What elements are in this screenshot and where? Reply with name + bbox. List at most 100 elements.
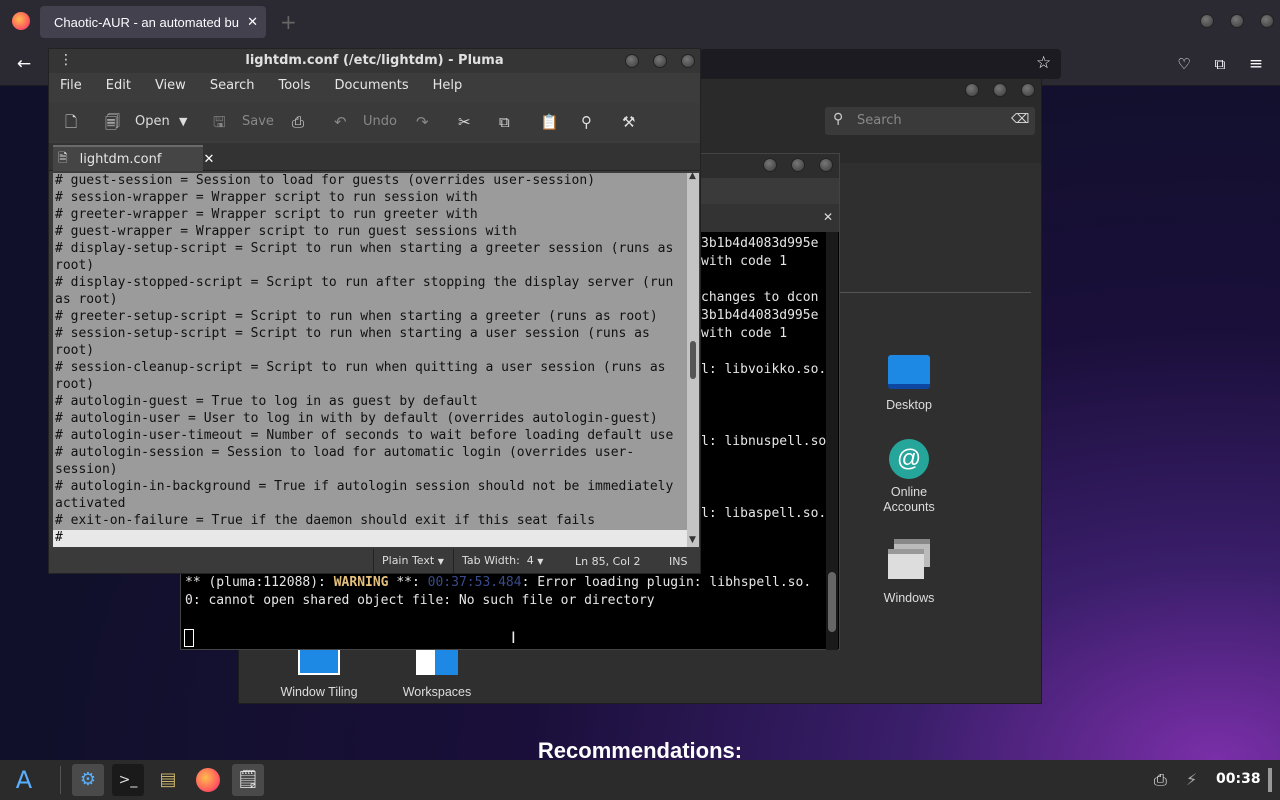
extensions-icon[interactable]: ⧉ [1206,52,1234,76]
online-accounts-item[interactable]: @ Online Accounts [861,439,957,515]
scroll-thumb[interactable] [690,341,696,379]
close-document-icon[interactable]: ✕ [203,152,214,167]
terminal-tab-close-icon[interactable]: ✕ [823,210,833,224]
editor-line: # exit-on-failure = True if the daemon s… [55,513,596,528]
clear-search-icon[interactable]: ⌫ [1011,112,1029,127]
back-button[interactable]: ← [10,52,38,76]
paste-icon[interactable]: 📋 [540,112,559,132]
editor-line: # display-stopped-script = Script to run… [55,275,674,290]
windows-icon [888,539,930,579]
firefox-app-icon[interactable] [192,764,224,796]
chevron-down-icon[interactable]: ▼ [179,112,187,132]
pocket-icon[interactable]: ♡ [1170,52,1198,76]
editor-line: # autologin-guest = True to log in as gu… [55,394,478,409]
taskbar: A ⚙ >_ ▤ 🗒 ⎙ ⚡ 00:38 [0,760,1280,800]
pluma-window[interactable]: lightdm.conf (/etc/lightdm) - Pluma ⋮ Fi… [48,48,701,574]
terminal-line: with code 1 [701,254,788,269]
text-editor-app-icon[interactable]: 🗒 [232,764,264,796]
new-tab-button[interactable]: + [280,10,297,34]
desktop-settings-item[interactable]: Desktop [861,355,957,412]
minimize-window-button[interactable] [1200,14,1214,28]
printer-icon[interactable]: ⎙ [1154,770,1167,790]
settings-app-icon[interactable]: ⚙ [72,764,104,796]
workspaces-item[interactable]: Workspaces [389,647,485,699]
terminal-warning-line-2: 0: cannot open shared object file: No su… [185,593,655,608]
editor-line: # greeter-setup-script = Script to run w… [55,309,658,324]
menu-documents[interactable]: Documents [335,78,409,93]
terminal-scrollbar[interactable] [826,232,838,650]
open-icon[interactable]: 🗐 [105,112,120,132]
terminal-close-button[interactable] [819,158,833,172]
menu-file[interactable]: File [60,78,82,93]
file-manager-icon[interactable]: ▤ [152,764,184,796]
redo-icon[interactable]: ↷ [416,112,429,132]
editor-lines: # guest-session = Session to load for gu… [53,173,687,547]
welcome-close-button[interactable] [1021,83,1035,97]
editor-line: # display-setup-script = Script to run w… [55,241,674,256]
maximize-window-button[interactable] [1230,14,1244,28]
undo-icon[interactable]: ↶ [334,112,347,132]
close-window-button[interactable] [1260,14,1274,28]
undo-button[interactable]: Undo [363,114,397,129]
url-bar[interactable]: ☆ [700,49,1061,79]
search-placeholder: Search [857,113,902,128]
print-icon[interactable]: ⎙ [292,112,304,132]
new-document-icon[interactable]: 🗋 [65,112,77,132]
pluma-toolbar: 🗋 🗐 Open ▼ 🖫 Save ⎙ ↶ Undo ↷ ✂ ⧉ 📋 ⚲ ⚒ [49,103,700,141]
tab-width-selector[interactable]: Tab Width: 4 ▼ [453,549,545,573]
browser-tab[interactable]: Chaotic-AUR - an automated bu ✕ [40,6,266,38]
app-launcher-icon[interactable]: A [8,764,40,796]
scroll-down-icon[interactable]: ▼ [689,535,696,545]
welcome-search-input[interactable]: ⚲ Search ⌫ [825,107,1035,135]
clock[interactable]: 00:38 [1216,771,1261,787]
editor-line: as root) [55,292,118,307]
pluma-maximize-button[interactable] [653,54,667,68]
editor-line: activated [55,496,126,511]
save-icon[interactable]: 🖫 [213,112,226,132]
replace-icon[interactable]: ⚒ [622,112,635,132]
editor-line: # greeter-wrapper = Wrapper script to ru… [55,207,478,222]
window-tiling-item[interactable]: Window Tiling [269,647,369,699]
menu-view[interactable]: View [155,78,186,93]
terminal-line: 3b1b4d4083d995e [701,308,819,323]
bookmark-star-icon[interactable]: ☆ [1036,53,1051,73]
editor-scrollbar[interactable]: ▲ ▼ [687,171,699,547]
document-icon: 🗎 [58,150,68,165]
search-icon: ⚲ [833,111,844,127]
menu-search[interactable]: Search [210,78,255,93]
desktop-icon [888,355,930,389]
show-desktop-button[interactable] [1268,768,1272,792]
text-editor[interactable]: # guest-session = Session to load for gu… [53,173,687,547]
terminal-maximize-button[interactable] [791,158,805,172]
save-button[interactable]: Save [242,114,274,129]
terminal-app-icon[interactable]: >_ [112,764,144,796]
menu-tools[interactable]: Tools [278,78,310,93]
app-menu-button[interactable]: ≡ [1242,52,1270,76]
pluma-statusbar: Plain Text ▼ Tab Width: 4 ▼ Ln 85, Col 2… [49,549,700,573]
menu-help[interactable]: Help [433,78,463,93]
pluma-minimize-button[interactable] [625,54,639,68]
copy-icon[interactable]: ⧉ [499,112,510,132]
open-button[interactable]: Open [135,114,170,129]
scroll-up-icon[interactable]: ▲ [689,171,696,181]
editor-line: # session-setup-script = Script to run w… [55,326,650,341]
terminal-minimize-button[interactable] [763,158,777,172]
window-menu-icon[interactable]: ⋮ [59,53,73,67]
menu-edit[interactable]: Edit [106,78,131,93]
close-tab-icon[interactable]: ✕ [247,15,258,30]
welcome-minimize-button[interactable] [965,83,979,97]
workspaces-label: Workspaces [402,685,472,699]
workspaces-icon [416,647,458,675]
welcome-maximize-button[interactable] [993,83,1007,97]
windows-settings-item[interactable]: Windows [861,539,957,605]
network-icon[interactable]: ⚡ [1186,770,1197,789]
find-icon[interactable]: ⚲ [581,112,592,132]
window-tiling-label: Window Tiling [280,685,358,699]
document-tab[interactable]: 🗎 lightdm.conf ✕ [53,145,214,171]
desktop-label: Desktop [886,398,932,412]
pluma-close-button[interactable] [681,54,695,68]
editor-line: # autologin-user-timeout = Number of sec… [55,428,674,443]
terminal-cursor [184,629,194,647]
syntax-selector[interactable]: Plain Text ▼ [373,549,449,573]
cut-icon[interactable]: ✂ [458,112,471,132]
